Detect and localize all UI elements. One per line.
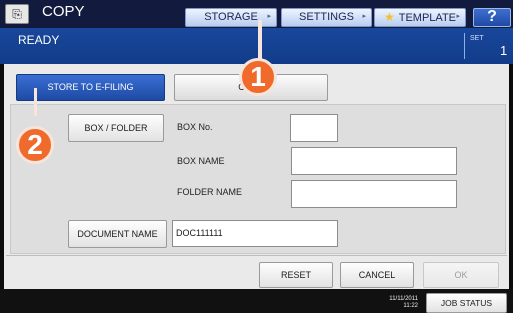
ok-button[interactable]: OK <box>423 262 499 288</box>
document-name-field[interactable]: DOC111111 <box>172 220 338 247</box>
app-title: COPY <box>42 3 85 20</box>
date-time: 11/11/2011 11:22 <box>372 296 418 310</box>
help-button[interactable]: ? <box>473 8 511 27</box>
time-text: 11:22 <box>403 303 418 309</box>
status-text: READY <box>18 33 60 47</box>
callout-2-badge: 2 <box>16 126 54 164</box>
set-divider <box>464 33 465 59</box>
date-text: 11/11/2011 <box>389 296 418 302</box>
storage-label: STORAGE <box>204 11 258 23</box>
set-label: SET <box>470 35 484 42</box>
dropdown-icon: ▸ <box>456 13 460 20</box>
box-name-field[interactable] <box>291 147 457 175</box>
document-name-button[interactable]: DOCUMENT NAME <box>68 220 167 248</box>
reset-button[interactable]: RESET <box>259 262 333 288</box>
settings-label: SETTINGS <box>298 11 354 23</box>
job-status-button[interactable]: JOB STATUS <box>426 293 507 313</box>
template-button[interactable]: ★ TEMPLATE ▸ <box>374 8 466 27</box>
folder-name-field[interactable] <box>291 180 457 208</box>
template-label: TEMPLATE <box>398 12 457 24</box>
dropdown-icon: ▸ <box>267 13 271 20</box>
dropdown-icon: ▸ <box>362 13 366 20</box>
divider <box>6 255 507 256</box>
box-no-label: BOX No. <box>177 122 213 132</box>
storage-button[interactable]: STORAGE ▸ <box>185 8 277 27</box>
star-icon: ★ <box>383 10 395 24</box>
box-no-field[interactable] <box>290 114 338 142</box>
settings-button[interactable]: SETTINGS ▸ <box>281 8 372 27</box>
callout-1-badge: 1 <box>239 58 277 96</box>
box-name-label: BOX NAME <box>177 156 225 166</box>
folder-name-label: FOLDER NAME <box>177 187 243 197</box>
tab-store-to-e-filing[interactable]: STORE TO E-FILING <box>16 74 165 101</box>
set-value: 1 <box>500 43 508 58</box>
box-folder-button[interactable]: BOX / FOLDER <box>68 114 164 142</box>
callout-pointer-2 <box>34 88 37 116</box>
cancel-button[interactable]: CANCEL <box>340 262 414 288</box>
copy-icon: ⎘ <box>5 4 29 24</box>
